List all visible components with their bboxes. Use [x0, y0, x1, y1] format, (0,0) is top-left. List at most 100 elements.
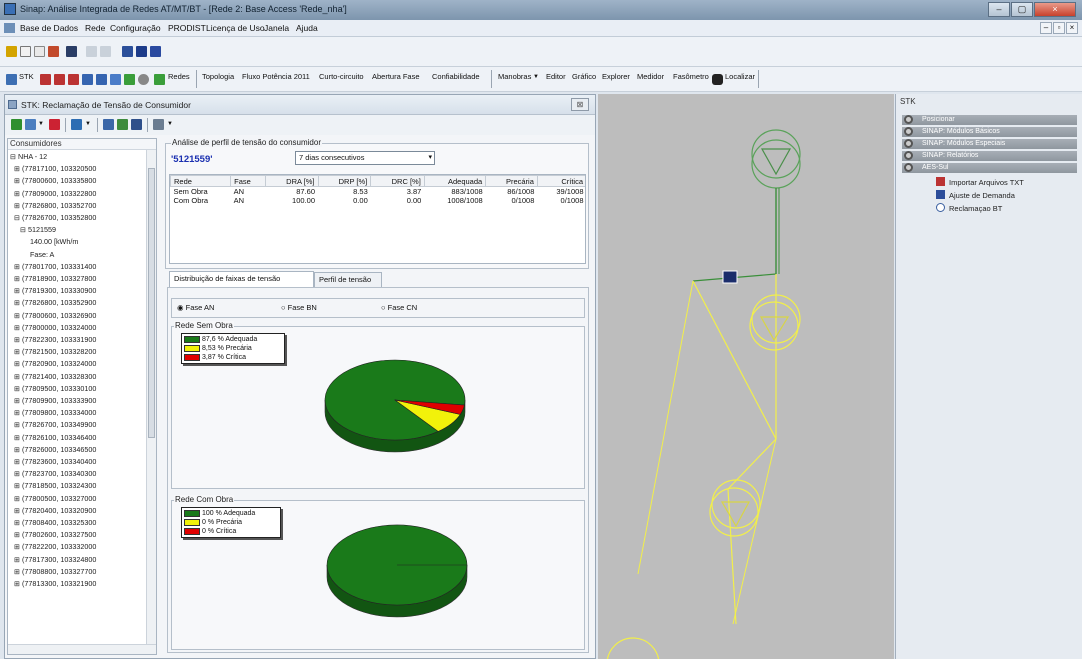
- tree-row[interactable]: ⊞ (77818900, 103327800: [8, 273, 146, 285]
- settings-icon[interactable]: [153, 119, 164, 130]
- phase-cn-radio[interactable]: ○ Fase CN: [381, 303, 417, 312]
- tree-row[interactable]: ⊞ (77821400, 103328300: [8, 371, 146, 383]
- tab-fluxo-potencia[interactable]: Fluxo Potência 2011: [242, 72, 310, 81]
- tree-scroll-thumb[interactable]: [148, 168, 155, 438]
- task-ajuste-demanda[interactable]: Ajuste de Demanda: [936, 190, 1015, 200]
- tab-perfil[interactable]: Perfil de tensão: [314, 272, 382, 287]
- mdi-minimize-button[interactable]: –: [1040, 22, 1052, 34]
- menu-prodist[interactable]: PRODIST: [168, 23, 206, 33]
- save-icon[interactable]: [66, 46, 77, 57]
- redes-button[interactable]: Redes: [168, 72, 190, 81]
- filter-icon[interactable]: [71, 119, 82, 130]
- tree-row[interactable]: ⊞ (77819300, 103330900: [8, 285, 146, 297]
- chevron-down-icon[interactable]: ▼: [38, 121, 44, 127]
- task-reclamacao-bt[interactable]: Reclamaçao BT: [936, 203, 1002, 213]
- close-button[interactable]: ×: [1034, 2, 1076, 17]
- zoom-in-icon[interactable]: [54, 74, 65, 85]
- tree-row[interactable]: ⊞ (77821500, 103328200: [8, 346, 146, 358]
- tree-row[interactable]: ⊟ NHA - 12: [8, 151, 146, 163]
- tab-grafico[interactable]: Gráfico: [572, 72, 596, 81]
- circle-icon[interactable]: [138, 74, 149, 85]
- tree-row[interactable]: ⊞ (77826800, 103352900: [8, 297, 146, 309]
- minimize-button[interactable]: –: [988, 2, 1010, 17]
- maximize-button[interactable]: ▢: [1011, 2, 1033, 17]
- table-row[interactable]: Sem Obra AN 87.60 8.53 3.87 883/1008 86/1008 39…: [171, 187, 586, 196]
- tab-explorer[interactable]: Explorer: [602, 72, 630, 81]
- menu-ajuda[interactable]: Ajuda: [296, 23, 318, 33]
- table-column-header[interactable]: Precária: [485, 175, 538, 187]
- tab-curto-circuito[interactable]: Curto-circuito: [319, 72, 364, 81]
- chart-icon[interactable]: [103, 119, 114, 130]
- tree-row[interactable]: ⊞ (77823600, 103340400: [8, 456, 146, 468]
- transformer-symbol[interactable]: [751, 129, 801, 179]
- zoom-icon[interactable]: [68, 74, 79, 85]
- people-icon[interactable]: [117, 119, 128, 130]
- window-icon[interactable]: [150, 46, 161, 57]
- tab-fasometro[interactable]: Fasômetro: [673, 72, 709, 81]
- menu-janela[interactable]: Janela: [264, 23, 289, 33]
- tree-row[interactable]: ⊞ (77809800, 103334000: [8, 407, 146, 419]
- phase-bn-radio[interactable]: ○ Fase BN: [281, 303, 317, 312]
- tree-row[interactable]: ⊞ (77822200, 103332000: [8, 541, 146, 553]
- table-column-header[interactable]: DRP [%]: [317, 175, 372, 187]
- tree-row[interactable]: ⊞ (77800500, 103327000: [8, 493, 146, 505]
- search-icon[interactable]: [82, 74, 93, 85]
- tree-row[interactable]: ⊞ (77813300, 103321900: [8, 578, 146, 590]
- tab-medidor[interactable]: Medidor: [637, 72, 664, 81]
- new-icon[interactable]: [20, 46, 31, 57]
- table-column-header[interactable]: Adequada: [423, 175, 487, 187]
- tab-localizar[interactable]: Localizar: [725, 72, 755, 81]
- group-modulos-basicos[interactable]: SINAP: Módulos Básicos: [902, 127, 1077, 137]
- tree-row[interactable]: ⊞ (77822300, 103331900: [8, 334, 146, 346]
- tab-manobras[interactable]: Manobras: [498, 72, 531, 81]
- tree-row[interactable]: ⊞ (77808400, 103325300: [8, 517, 146, 529]
- open-icon[interactable]: [6, 46, 17, 57]
- table-column-header[interactable]: Rede: [170, 175, 232, 187]
- phase-an-radio[interactable]: ◉ Fase AN: [177, 303, 214, 312]
- tree-row[interactable]: 140.00 [kWh/m: [8, 236, 146, 248]
- mdi-window-icon[interactable]: [4, 23, 15, 33]
- table-column-header[interactable]: Crítica: [536, 175, 585, 187]
- binoculars-icon[interactable]: [712, 74, 723, 85]
- mdi-close-button[interactable]: ×: [1066, 22, 1078, 34]
- table-icon[interactable]: [136, 46, 147, 57]
- tree-row[interactable]: ⊞ (77802600, 103327500: [8, 529, 146, 541]
- tab-topologia[interactable]: Topologia: [202, 72, 234, 81]
- tree-row[interactable]: ⊞ (77801700, 103331400: [8, 261, 146, 273]
- mdi-restore-button[interactable]: ▫: [1053, 22, 1065, 34]
- tree-row[interactable]: ⊞ (77823700, 103340300: [8, 468, 146, 480]
- group-relatorios[interactable]: SINAP: Relatórios: [902, 151, 1077, 161]
- tree-row[interactable]: ⊞ (77800000, 103324000: [8, 322, 146, 334]
- layers-icon[interactable]: [110, 74, 121, 85]
- period-select[interactable]: 7 dias consecutivos ▾: [295, 151, 435, 165]
- zoom-out-icon[interactable]: [40, 74, 51, 85]
- transformer-symbol[interactable]: [711, 479, 761, 529]
- tree-row[interactable]: ⊞ (77826000, 103346500: [8, 444, 146, 456]
- tree-row[interactable]: ⊞ (77808800, 103327700: [8, 566, 146, 578]
- chevron-down-icon[interactable]: ▼: [85, 121, 91, 127]
- chevron-down-icon[interactable]: ▼: [533, 74, 539, 80]
- tree-row[interactable]: ⊞ (77800600, 103335800: [8, 175, 146, 187]
- tab-confiabilidade[interactable]: Confiabilidade: [432, 72, 480, 81]
- tab-editor[interactable]: Editor: [546, 72, 566, 81]
- menu-rede[interactable]: Rede: [85, 23, 105, 33]
- tree-row[interactable]: ⊟ 5121559: [8, 224, 146, 236]
- grid-icon[interactable]: [86, 46, 97, 57]
- group-modulos-especiais[interactable]: SINAP: Módulos Especiais: [902, 139, 1077, 149]
- tree-row[interactable]: ⊞ (77818500, 103324300: [8, 480, 146, 492]
- stk-icon[interactable]: [6, 74, 17, 85]
- table-column-header[interactable]: DRC [%]: [370, 175, 425, 187]
- table-row[interactable]: Com Obra AN 100.00 0.00 0.00 1008/1008 0/1008 0…: [171, 196, 586, 205]
- map-icon[interactable]: [124, 74, 135, 85]
- menu-licenca[interactable]: Licença de Uso: [206, 23, 265, 33]
- stk-button[interactable]: STK: [19, 72, 34, 81]
- tree-row[interactable]: ⊞ (77800600, 103326900: [8, 310, 146, 322]
- chevron-down-icon[interactable]: ▾: [428, 152, 432, 164]
- tree-row[interactable]: ⊟ (77826700, 103352800: [8, 212, 146, 224]
- task-importar-txt[interactable]: Importar Arquivos TXT: [936, 177, 1024, 187]
- table-column-header[interactable]: Fase: [230, 175, 267, 187]
- tree-row[interactable]: ⊞ (77809000, 103322800: [8, 188, 146, 200]
- menu-base-de-dados[interactable]: Base de Dados: [20, 23, 78, 33]
- report-icon[interactable]: [131, 119, 142, 130]
- tree-row[interactable]: ⊞ (77809900, 103333900: [8, 395, 146, 407]
